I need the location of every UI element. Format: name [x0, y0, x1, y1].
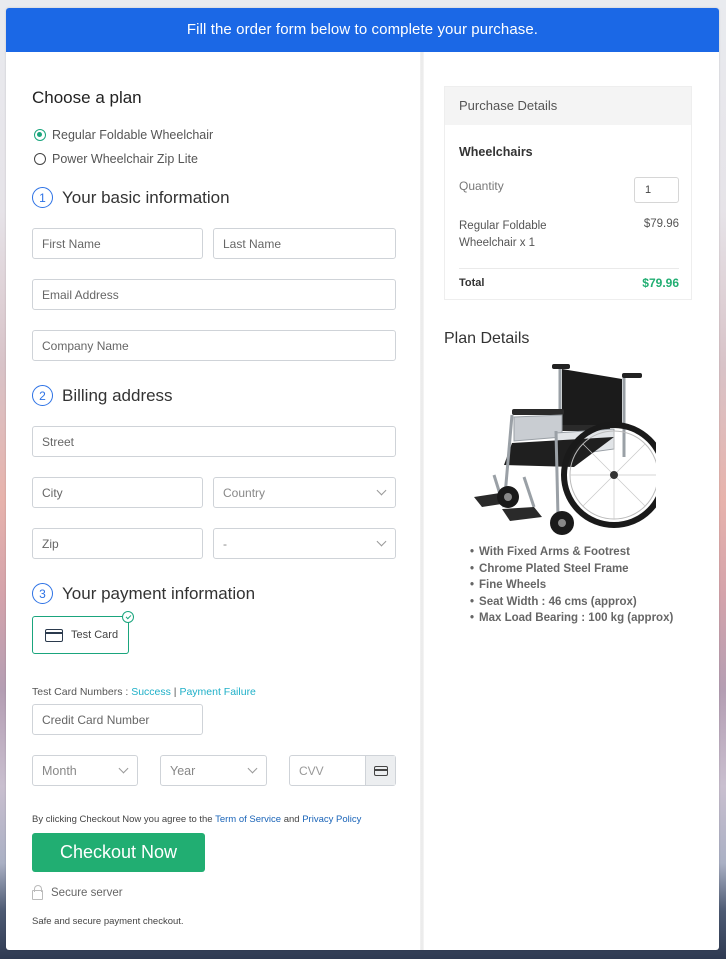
agreement-text: By clicking Checkout Now you agree to th… [32, 814, 216, 825]
line-item-price: $79.96 [643, 218, 679, 230]
feature-item: Seat Width : 46 cms (approx) [470, 594, 673, 611]
feature-item: Fine Wheels [470, 577, 673, 594]
plan-option-label: Power Wheelchair Zip Lite [52, 152, 198, 166]
credit-card-icon [373, 765, 388, 776]
city-input[interactable]: City [32, 477, 203, 508]
section-billing: 2 Billing address [32, 385, 173, 406]
safe-checkout-text: Safe and secure payment checkout. [32, 916, 184, 927]
summary-divider [459, 268, 679, 269]
state-select-value: - [223, 536, 227, 551]
cvv-help-button[interactable] [365, 756, 395, 785]
secure-server-label: Secure server [51, 887, 123, 899]
first-name-input[interactable]: First Name [32, 228, 203, 259]
chevron-down-icon [118, 763, 129, 774]
success-link[interactable]: Success [131, 686, 171, 698]
radio-selected-icon[interactable] [34, 129, 46, 141]
step-number-badge: 3 [32, 583, 53, 604]
year-select[interactable]: Year [160, 755, 267, 786]
line-item-name: Regular Foldable Wheelchair x 1 [459, 220, 547, 249]
plan-option-power[interactable]: Power Wheelchair Zip Lite [34, 152, 198, 166]
payment-method-test-card[interactable]: Test Card [32, 611, 134, 654]
section-title: Your payment information [62, 583, 256, 603]
feature-item: Max Load Bearing : 100 kg (approx) [470, 610, 673, 627]
agreement-text: and [281, 814, 303, 825]
total-label: Total [459, 277, 485, 289]
last-name-input[interactable]: Last Name [213, 228, 396, 259]
order-form: Choose a plan Regular Foldable Wheelchai… [6, 52, 422, 950]
year-select-value: Year [170, 763, 196, 778]
test-card-numbers-label: Test Card Numbers : [32, 686, 132, 698]
email-input[interactable]: Email Address [32, 279, 396, 310]
state-select[interactable]: - [213, 528, 396, 559]
privacy-policy-link[interactable]: Privacy Policy [302, 814, 361, 825]
chevron-down-icon [376, 536, 387, 547]
month-select[interactable]: Month [32, 755, 138, 786]
order-form-window: Fill the order form below to complete yo… [6, 8, 719, 950]
product-category: Wheelchairs [459, 145, 533, 159]
cvv-placeholder: CVV [299, 763, 324, 778]
lock-icon [32, 885, 43, 900]
choose-plan-heading: Choose a plan [32, 88, 142, 107]
plan-details-heading: Plan Details [444, 330, 530, 347]
secure-server-note: Secure server [32, 885, 123, 900]
company-input[interactable]: Company Name [32, 330, 396, 361]
selected-check-icon [122, 611, 134, 623]
radio-unselected-icon[interactable] [34, 153, 46, 165]
country-select[interactable]: Country [213, 477, 396, 508]
section-title: Your basic information [62, 187, 230, 207]
step-number-badge: 2 [32, 385, 53, 406]
quantity-label: Quantity [459, 179, 504, 193]
payment-failure-link[interactable]: Payment Failure [179, 686, 255, 698]
feature-item: With Fixed Arms & Footrest [470, 544, 673, 561]
total-value: $79.96 [642, 276, 679, 290]
credit-card-number-input[interactable]: Credit Card Number [32, 704, 203, 735]
month-select-value: Month [42, 763, 77, 778]
plan-option-label: Regular Foldable Wheelchair [52, 128, 214, 142]
instruction-banner: Fill the order form below to complete yo… [6, 8, 719, 52]
plan-features-list: With Fixed Arms & Footrest Chrome Plated… [470, 544, 673, 627]
section-payment: 3 Your payment information [32, 583, 255, 604]
payment-method-label: Test Card [71, 629, 119, 641]
terms-agreement: By clicking Checkout Now you agree to th… [32, 814, 361, 825]
checkout-now-button[interactable]: Checkout Now [32, 833, 205, 872]
section-basic-info: 1 Your basic information [32, 187, 230, 208]
step-number-badge: 1 [32, 187, 53, 208]
chevron-down-icon [247, 763, 258, 774]
purchase-details-card: Purchase Details Wheelchairs Quantity 1 … [444, 86, 692, 300]
order-summary-panel: Purchase Details Wheelchairs Quantity 1 … [424, 52, 719, 950]
section-title: Billing address [62, 385, 173, 405]
street-input[interactable]: Street [32, 426, 396, 457]
plan-option-regular[interactable]: Regular Foldable Wheelchair [34, 128, 213, 142]
wheelchair-product-image [474, 364, 656, 535]
cvv-input[interactable]: CVV [289, 755, 396, 786]
quantity-input[interactable]: 1 [634, 177, 679, 203]
test-card-numbers: Test Card Numbers : Success | Payment Fa… [32, 686, 256, 698]
country-select-value: Country [223, 485, 266, 500]
credit-card-icon [45, 628, 63, 642]
feature-item: Chrome Plated Steel Frame [470, 561, 673, 578]
zip-input[interactable]: Zip [32, 528, 203, 559]
chevron-down-icon [376, 485, 387, 496]
purchase-details-header: Purchase Details [445, 87, 691, 125]
terms-of-service-link[interactable]: Term of Service [215, 814, 281, 825]
